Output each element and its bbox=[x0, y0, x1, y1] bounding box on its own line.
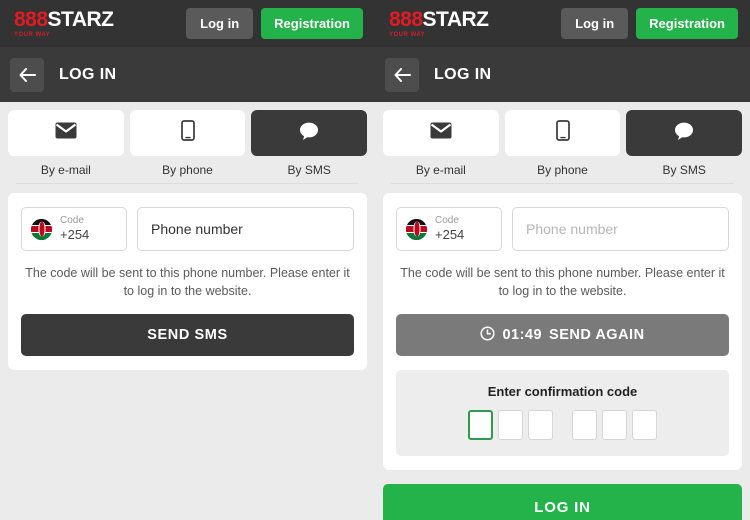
country-code-selector[interactable]: Code +254 bbox=[21, 207, 127, 251]
tab-by-phone-box bbox=[129, 110, 246, 156]
logo-tagline: YOUR WAY bbox=[14, 32, 51, 38]
country-code-texts: Code +254 bbox=[60, 215, 89, 243]
top-bar-actions: Log in Registration bbox=[186, 8, 363, 39]
logo-word: STARZ bbox=[47, 8, 114, 31]
tab-by-email-label: By e-mail bbox=[415, 163, 466, 177]
tab-by-sms-label: By SMS bbox=[662, 163, 706, 177]
page-title: LOG IN bbox=[434, 65, 492, 83]
tabs-section: By e-mail By phone By SMS bbox=[375, 102, 750, 184]
tab-by-sms[interactable]: By SMS bbox=[251, 110, 368, 177]
login-form-card: Code +254 The code will be sent to this … bbox=[383, 193, 742, 471]
tab-by-sms-label: By SMS bbox=[287, 163, 331, 177]
code-digit-3[interactable] bbox=[528, 410, 553, 441]
envelope-icon bbox=[430, 122, 452, 144]
phone-entry-row: Code +254 bbox=[396, 207, 729, 251]
logo-digits: 888 bbox=[389, 8, 423, 31]
sms-hint-text: The code will be sent to this phone numb… bbox=[400, 266, 725, 299]
tabs-section: By e-mail By phone By SMS bbox=[0, 102, 375, 184]
tab-by-email[interactable]: By e-mail bbox=[383, 110, 499, 177]
page-title: LOG IN bbox=[59, 65, 117, 83]
dual-screenshot-container: 888STARZ YOUR WAY Log in Registration LO… bbox=[0, 0, 750, 520]
speech-bubble-icon bbox=[673, 121, 695, 146]
code-digit-1[interactable] bbox=[468, 410, 493, 441]
top-bar-actions: Log in Registration bbox=[561, 8, 738, 39]
sub-header: LOG IN bbox=[375, 47, 750, 102]
arrow-left-icon bbox=[394, 67, 411, 82]
brand-logo[interactable]: 888STARZ YOUR WAY bbox=[389, 8, 489, 38]
tab-by-email-box bbox=[8, 110, 124, 156]
code-digit-6[interactable] bbox=[632, 410, 657, 441]
logo-wordmark: 888STARZ bbox=[389, 8, 489, 31]
country-code-value: +254 bbox=[60, 227, 90, 243]
code-digit-5[interactable] bbox=[602, 410, 627, 441]
kenya-flag-icon bbox=[31, 218, 52, 240]
phone-number-input[interactable] bbox=[137, 207, 354, 251]
mobile-phone-icon bbox=[555, 120, 570, 146]
top-registration-button[interactable]: Registration bbox=[636, 8, 738, 39]
right-screen: 888STARZ YOUR WAY Log in Registration LO… bbox=[375, 0, 750, 520]
code-digit-2[interactable] bbox=[498, 410, 523, 441]
resend-timer: 01:49 bbox=[502, 327, 543, 344]
envelope-icon bbox=[55, 122, 77, 144]
top-registration-button[interactable]: Registration bbox=[261, 8, 363, 39]
send-sms-button[interactable]: SEND SMS bbox=[21, 314, 354, 357]
mobile-phone-icon bbox=[180, 120, 195, 146]
resend-label: SEND AGAIN bbox=[549, 327, 645, 344]
back-button[interactable] bbox=[385, 57, 419, 92]
tab-by-phone-label: By phone bbox=[537, 163, 588, 177]
sub-header: LOG IN bbox=[0, 47, 375, 102]
back-button[interactable] bbox=[10, 57, 44, 92]
logo-digits: 888 bbox=[14, 8, 48, 31]
brand-logo[interactable]: 888STARZ YOUR WAY bbox=[14, 8, 114, 38]
confirmation-code-block: Enter confirmation code bbox=[396, 370, 729, 457]
logo-tagline: YOUR WAY bbox=[389, 32, 426, 38]
tab-by-phone[interactable]: By phone bbox=[504, 110, 621, 177]
phone-number-input[interactable] bbox=[512, 207, 729, 251]
country-code-value: +254 bbox=[435, 227, 465, 243]
confirmation-code-title: Enter confirmation code bbox=[487, 384, 638, 400]
clock-icon bbox=[480, 326, 496, 345]
top-login-button[interactable]: Log in bbox=[186, 8, 254, 39]
tab-by-sms-box bbox=[251, 110, 368, 156]
tab-by-phone[interactable]: By phone bbox=[129, 110, 246, 177]
country-code-selector[interactable]: Code +254 bbox=[396, 207, 502, 251]
top-bar: 888STARZ YOUR WAY Log in Registration bbox=[375, 0, 750, 47]
tabs-divider bbox=[16, 183, 359, 184]
country-code-label: Code bbox=[60, 214, 84, 226]
login-submit-button[interactable]: LOG IN bbox=[383, 484, 742, 520]
tab-by-email[interactable]: By e-mail bbox=[8, 110, 124, 177]
speech-bubble-icon bbox=[298, 121, 320, 146]
login-method-tabs: By e-mail By phone By SMS bbox=[8, 110, 368, 177]
phone-entry-row: Code +254 bbox=[21, 207, 354, 251]
tabs-divider bbox=[391, 183, 734, 184]
tab-by-phone-label: By phone bbox=[162, 163, 213, 177]
login-method-tabs: By e-mail By phone By SMS bbox=[383, 110, 743, 177]
top-bar: 888STARZ YOUR WAY Log in Registration bbox=[0, 0, 375, 47]
country-code-texts: Code +254 bbox=[435, 215, 464, 243]
login-form-card: Code +254 The code will be sent to this … bbox=[8, 193, 367, 371]
tab-by-sms[interactable]: By SMS bbox=[626, 110, 743, 177]
tab-by-sms-box bbox=[626, 110, 743, 156]
arrow-left-icon bbox=[19, 67, 36, 82]
kenya-flag-icon bbox=[406, 218, 427, 240]
logo-wordmark: 888STARZ bbox=[14, 8, 114, 31]
left-screen: 888STARZ YOUR WAY Log in Registration LO… bbox=[0, 0, 375, 520]
tab-by-phone-box bbox=[504, 110, 621, 156]
tab-by-email-box bbox=[383, 110, 499, 156]
tab-by-email-label: By e-mail bbox=[40, 163, 91, 177]
sms-hint-text: The code will be sent to this phone numb… bbox=[25, 266, 350, 299]
logo-word: STARZ bbox=[422, 8, 489, 31]
country-code-label: Code bbox=[435, 214, 459, 226]
send-again-button[interactable]: 01:49 SEND AGAIN bbox=[396, 314, 729, 357]
confirmation-code-inputs bbox=[406, 410, 719, 441]
code-digit-4[interactable] bbox=[572, 410, 597, 441]
top-login-button[interactable]: Log in bbox=[561, 8, 629, 39]
